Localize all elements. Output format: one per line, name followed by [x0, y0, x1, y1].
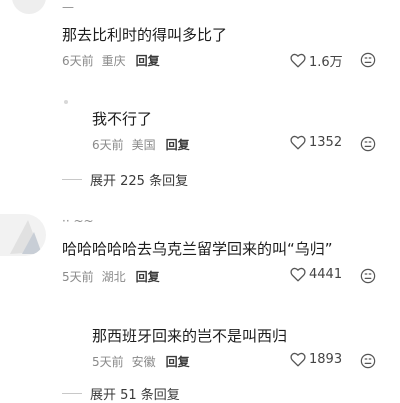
comment-time: 6天前 — [92, 138, 124, 152]
expand-replies-button[interactable]: 展开 51 条回复 — [62, 384, 180, 403]
heart-outline-icon — [290, 267, 306, 282]
unhappy-face-icon[interactable] — [360, 136, 376, 152]
comment-text: 那去比利时的得叫多比了 — [62, 26, 228, 44]
comment-time: 5天前 — [62, 270, 94, 284]
divider — [62, 393, 82, 394]
like-button[interactable]: 1893 — [290, 352, 342, 367]
comment-time: 5天前 — [92, 355, 124, 369]
unhappy-face-icon[interactable] — [360, 52, 376, 68]
reply-button[interactable]: 回复 — [136, 54, 160, 68]
unhappy-face-icon[interactable] — [360, 353, 376, 369]
like-count: 4441 — [309, 267, 343, 282]
heart-outline-icon — [290, 53, 306, 68]
comment-text: 我不行了 — [92, 110, 153, 128]
divider — [62, 179, 82, 180]
comment-text: 哈哈哈哈哈去乌克兰留学回来的叫“乌归” — [62, 240, 333, 258]
avatar[interactable] — [12, 0, 46, 14]
reply-button[interactable]: 回复 — [166, 138, 190, 152]
reply-button[interactable]: 回复 — [136, 270, 160, 284]
like-button[interactable]: 1.6万 — [290, 51, 343, 70]
like-count: 1352 — [309, 135, 343, 150]
heart-outline-icon — [290, 352, 306, 367]
comment-username[interactable]: ·· ~~ — [62, 214, 94, 228]
comment-location: 美国 — [131, 138, 156, 152]
like-button[interactable]: 4441 — [290, 267, 342, 282]
like-count: 1.6万 — [309, 55, 343, 70]
comment-location: 湖北 — [101, 270, 126, 284]
like-count: 1893 — [309, 352, 343, 367]
avatar[interactable] — [64, 100, 68, 104]
reply-button[interactable]: 回复 — [166, 355, 190, 369]
expand-replies-label: 展开 225 条回复 — [90, 174, 189, 189]
comment-meta: 6天前 重庆 回复 — [62, 52, 160, 69]
comment-meta: 5天前 安徽 回复 — [92, 353, 190, 370]
unhappy-face-icon[interactable] — [360, 268, 376, 284]
expand-replies-button[interactable]: 展开 225 条回复 — [62, 170, 188, 189]
comment-meta: 5天前 湖北 回复 — [62, 268, 160, 285]
avatar[interactable] — [0, 214, 46, 256]
like-button[interactable]: 1352 — [290, 135, 342, 150]
comment-location: 重庆 — [101, 54, 126, 68]
comment-text: 那西班牙回来的岂不是叫西归 — [92, 327, 288, 345]
comment-username[interactable]: — — [62, 0, 74, 14]
comment-location: 安徽 — [131, 355, 156, 369]
comment-meta: 6天前 美国 回复 — [92, 136, 190, 153]
expand-replies-label: 展开 51 条回复 — [90, 388, 180, 403]
heart-outline-icon — [290, 135, 306, 150]
avatar-image — [10, 220, 42, 254]
comment-time: 6天前 — [62, 54, 94, 68]
